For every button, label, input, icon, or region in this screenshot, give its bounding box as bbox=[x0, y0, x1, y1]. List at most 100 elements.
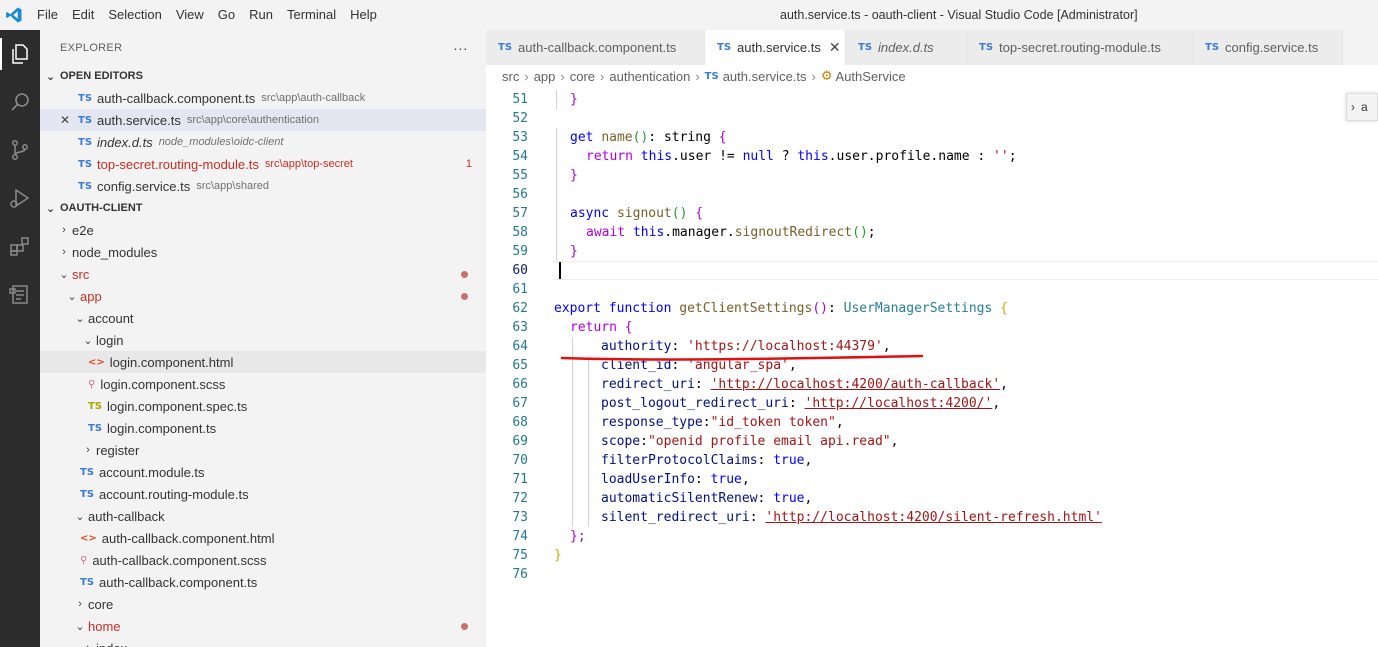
typescript-file-icon: TS bbox=[1205, 42, 1220, 53]
html-file-icon: <> bbox=[88, 356, 105, 368]
menu-help[interactable]: Help bbox=[343, 0, 384, 30]
chevron-right-icon: › bbox=[600, 68, 605, 84]
typescript-file-icon: TS bbox=[78, 114, 93, 126]
search-icon[interactable] bbox=[0, 78, 40, 126]
open-editor-item-active[interactable]: ✕ TS auth.service.ts src\app\core\authen… bbox=[40, 109, 486, 131]
open-editor-name: top-secret.routing-module.ts bbox=[97, 156, 259, 172]
files-icon[interactable] bbox=[0, 30, 40, 78]
tree-folder[interactable]: ⌄ home bbox=[40, 615, 486, 637]
code-line: } bbox=[554, 548, 562, 563]
line-number: 76 bbox=[512, 567, 528, 582]
menu-go[interactable]: Go bbox=[211, 0, 242, 30]
chevron-right-icon: › bbox=[560, 68, 565, 84]
line-number: 68 bbox=[512, 415, 528, 430]
code-line: filterProtocolClaims: true, bbox=[601, 453, 813, 468]
menu-file[interactable]: File bbox=[30, 0, 65, 30]
line-number: 61 bbox=[512, 282, 528, 297]
tab-config-service[interactable]: TS config.service.ts bbox=[1193, 30, 1343, 65]
tree-folder[interactable]: › register bbox=[40, 439, 486, 461]
line-number: 66 bbox=[512, 377, 528, 392]
tree-file[interactable]: TS login.component.spec.ts bbox=[40, 395, 486, 417]
tab-index-d-ts[interactable]: TS index.d.ts bbox=[846, 30, 967, 65]
breadcrumb-item[interactable]: app bbox=[534, 69, 556, 84]
tree-label: app bbox=[80, 288, 102, 304]
peek-panel[interactable]: › a bbox=[1346, 93, 1378, 121]
tree-folder[interactable]: › core bbox=[40, 593, 486, 615]
tree-folder[interactable]: ⌄ src bbox=[40, 263, 486, 285]
tree-file[interactable]: TS auth-callback.component.ts bbox=[40, 571, 486, 593]
extensions-icon[interactable] bbox=[0, 222, 40, 270]
open-editor-item[interactable]: TS auth-callback.component.ts src\app\au… bbox=[40, 87, 486, 109]
source-control-icon[interactable] bbox=[0, 126, 40, 174]
tree-folder[interactable]: ⌄ account bbox=[40, 307, 486, 329]
open-editor-item[interactable]: TS config.service.ts src\app\shared bbox=[40, 175, 486, 197]
tab-auth-service[interactable]: TS auth.service.ts ✕ bbox=[705, 30, 846, 65]
explorer-title: EXPLORER bbox=[60, 41, 123, 54]
tab-auth-callback-component[interactable]: TS auth-callback.component.ts bbox=[486, 30, 705, 65]
more-actions-icon[interactable]: ··· bbox=[453, 40, 468, 56]
chevron-right-icon: › bbox=[524, 68, 529, 84]
tree-file[interactable]: <> auth-callback.component.html bbox=[40, 527, 486, 549]
typescript-file-icon: TS bbox=[78, 180, 93, 192]
close-icon[interactable]: ✕ bbox=[60, 113, 78, 127]
explorer-header: EXPLORER ··· bbox=[40, 30, 486, 65]
project-section[interactable]: ⌄ OAUTH-CLIENT bbox=[40, 197, 486, 219]
tree-file[interactable]: <> login.component.html bbox=[40, 351, 486, 373]
typescript-file-icon: TS bbox=[78, 136, 93, 148]
line-number: 72 bbox=[512, 491, 528, 506]
activity-bar bbox=[0, 30, 40, 647]
open-editors-section[interactable]: ⌄ OPEN EDITORS bbox=[40, 65, 486, 87]
line-number: 70 bbox=[512, 453, 528, 468]
tree-folder[interactable]: › e2e bbox=[40, 219, 486, 241]
remote-explorer-icon[interactable] bbox=[0, 270, 40, 318]
tree-folder[interactable]: ⌄ auth-callback bbox=[40, 505, 486, 527]
close-icon[interactable]: ✕ bbox=[829, 39, 841, 56]
code-line: loadUserInfo: true, bbox=[601, 472, 750, 487]
menu-run[interactable]: Run bbox=[242, 0, 280, 30]
peek-label: a bbox=[1361, 100, 1368, 114]
breadcrumb-symbol[interactable]: AuthService bbox=[836, 69, 906, 84]
tree-label: auth-callback.component.ts bbox=[99, 574, 258, 590]
menu-terminal[interactable]: Terminal bbox=[280, 0, 343, 30]
tree-file[interactable]: TS account.routing-module.ts bbox=[40, 483, 486, 505]
menu-edit[interactable]: Edit bbox=[65, 0, 101, 30]
chevron-down-icon: ⌄ bbox=[46, 202, 56, 215]
line-number: 62 bbox=[512, 301, 528, 316]
menu-selection[interactable]: Selection bbox=[101, 0, 168, 30]
open-editors-title: OPEN EDITORS bbox=[60, 70, 143, 82]
tree-file[interactable]: ⚲ login.component.scss bbox=[40, 373, 486, 395]
run-debug-icon[interactable] bbox=[0, 174, 40, 222]
chevron-down-icon: ⌄ bbox=[75, 620, 85, 633]
menu-view[interactable]: View bbox=[169, 0, 211, 30]
open-editor-path: src\app\auth-callback bbox=[261, 92, 366, 104]
tree-label: src bbox=[72, 266, 90, 282]
line-number: 63 bbox=[512, 320, 528, 335]
tree-label: core bbox=[88, 596, 114, 612]
tree-folder[interactable]: › node_modules bbox=[40, 241, 486, 263]
modified-dot-icon bbox=[461, 292, 468, 300]
breadcrumb-item[interactable]: src bbox=[502, 69, 519, 84]
line-number: 56 bbox=[512, 187, 528, 202]
breadcrumb-item[interactable]: core bbox=[570, 69, 595, 84]
tree-file[interactable]: TS login.component.ts bbox=[40, 417, 486, 439]
tree-folder[interactable]: › index bbox=[40, 637, 486, 647]
tree-file[interactable]: ⚲ auth-callback.component.scss bbox=[40, 549, 486, 571]
window-title: auth.service.ts - oauth-client - Visual … bbox=[780, 8, 1138, 22]
breadcrumb-file[interactable]: auth.service.ts bbox=[723, 69, 807, 84]
modified-dot-icon bbox=[461, 622, 468, 630]
breadcrumb-item[interactable]: authentication bbox=[609, 69, 690, 84]
chevron-down-icon: ⌄ bbox=[46, 70, 56, 83]
tree-folder[interactable]: ⌄ app bbox=[40, 285, 486, 307]
open-editor-path: src\app\top-secret bbox=[264, 158, 353, 170]
editor-tabs: TS auth-callback.component.ts TS auth.se… bbox=[486, 30, 1378, 65]
line-number: 53 bbox=[512, 130, 528, 145]
menu-bar: File Edit Selection View Go Run Terminal… bbox=[30, 0, 384, 30]
code-line: get name(): string { bbox=[570, 130, 727, 145]
open-editor-item[interactable]: TS index.d.ts node_modules\oidc-client bbox=[40, 131, 486, 153]
open-editor-item[interactable]: TS top-secret.routing-module.ts src\app\… bbox=[40, 153, 486, 175]
tree-folder[interactable]: ⌄ login bbox=[40, 329, 486, 351]
tab-top-secret-routing-module[interactable]: TS top-secret.routing-module.ts bbox=[967, 30, 1193, 65]
indent-guide bbox=[588, 356, 589, 527]
open-editor-name: auth.service.ts bbox=[97, 112, 181, 128]
tree-file[interactable]: TS account.module.ts bbox=[40, 461, 486, 483]
